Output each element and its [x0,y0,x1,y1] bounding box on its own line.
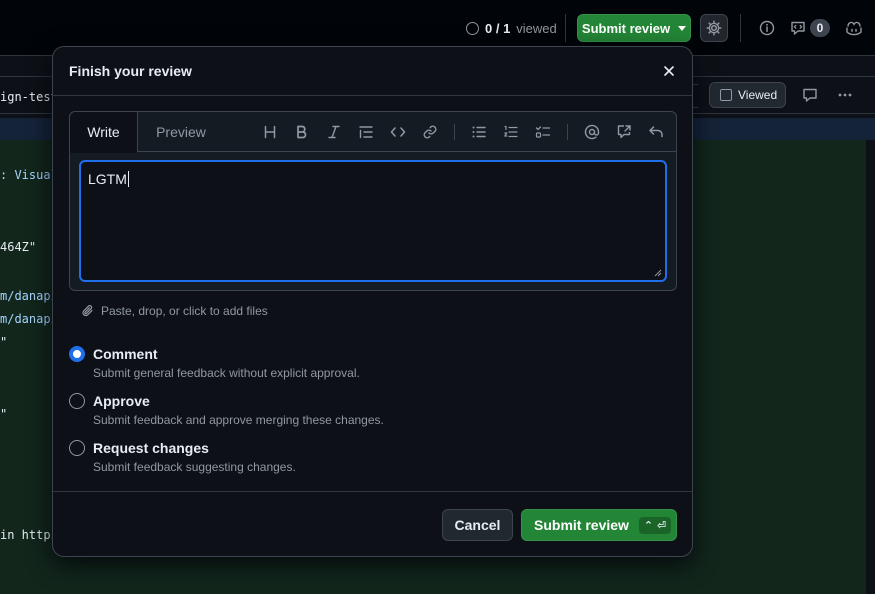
task-list-icon [535,126,551,138]
resize-handle-icon[interactable] [654,269,662,277]
conversations-button[interactable] [788,18,808,38]
code-line: in https [0,528,58,542]
cancel-button[interactable]: Cancel [442,509,513,541]
divider [567,124,568,140]
review-option-request-changes[interactable]: Request changes Submit feedback suggesti… [69,439,296,476]
option-title: Comment [93,346,158,362]
radio-approve[interactable] [69,393,85,409]
mention-button[interactable] [582,122,602,142]
divider [565,14,566,42]
comment-discussion-icon [791,21,805,35]
submit-review-label: Submit review [534,517,629,533]
unordered-list-icon [472,126,486,138]
divider [53,95,692,96]
comment-text: LGTM [88,171,127,187]
ordered-list-button[interactable] [501,122,521,142]
diff-settings-button[interactable] [700,14,728,42]
text-cursor [127,171,129,187]
code-line: : Visual [0,168,58,182]
viewed-count-label: viewed [516,20,557,36]
submit-review-top-label: Submit review [581,20,671,36]
option-description: Submit general feedback without explicit… [93,366,360,380]
undo-button[interactable] [646,122,666,142]
code-line: m/danapi [0,312,58,326]
option-title: Request changes [93,440,209,456]
quote-button[interactable] [356,122,376,142]
close-dialog-button[interactable] [659,61,679,81]
copilot-icon [846,21,862,36]
heading-icon [264,125,276,139]
dialog-title: Finish your review [69,63,192,79]
undo-icon [649,126,663,138]
submit-review-dropdown-button[interactable]: Submit review [577,14,691,42]
viewed-label: Viewed [738,88,778,102]
italic-icon [328,125,340,139]
radio-comment[interactable] [69,346,85,362]
italic-button[interactable] [324,122,344,142]
gear-icon [706,20,722,36]
bold-icon [297,125,307,139]
tab-preview[interactable]: Preview [138,112,224,152]
info-icon [759,20,775,36]
conversations-count-badge: 0 [810,19,830,37]
unordered-list-button[interactable] [469,122,489,142]
keyboard-shortcut-hint: ⌃ ⏎ [638,516,672,534]
copilot-button[interactable] [844,18,864,38]
divider [740,14,741,42]
files-viewed-counter: 0 / 1 viewed [466,19,557,37]
comment-textarea[interactable]: LGTM [79,160,667,282]
divider [454,124,455,140]
code-icon [390,127,406,137]
ordered-list-icon [504,125,518,138]
link-icon [423,125,437,139]
bold-button[interactable] [292,122,312,142]
file-options-button[interactable] [835,85,855,105]
cross-reference-button[interactable] [614,122,634,142]
caret-down-icon [678,25,687,31]
mention-icon [584,124,600,140]
comment-editor: Write Preview LGTM [69,111,677,291]
code-button[interactable] [388,122,408,142]
info-button[interactable] [757,18,777,38]
viewed-count-value: 0 / 1 [485,20,511,36]
mark-viewed-button[interactable]: Viewed [709,82,786,108]
heading-button[interactable] [260,122,280,142]
quote-icon [359,126,373,139]
review-option-comment[interactable]: Comment Submit general feedback without … [69,345,360,382]
paperclip-icon [82,305,93,317]
cross-reference-icon [617,125,631,139]
scrollbar[interactable] [866,140,875,594]
option-description: Submit feedback suggesting changes. [93,460,296,474]
editor-tabs: Write Preview [70,112,676,153]
file-name[interactable]: ign-test [0,90,58,104]
radio-request-changes[interactable] [69,440,85,456]
checkbox-icon [720,89,732,101]
code-line: m/danapi [0,289,58,303]
comment-on-file-button[interactable] [800,85,820,105]
kebab-horizontal-icon [838,93,852,97]
comment-icon [803,88,817,102]
link-button[interactable] [420,122,440,142]
tab-write[interactable]: Write [70,112,138,153]
code-line: " [0,335,8,349]
code-line: 464Z" [0,240,37,254]
progress-circle-icon [466,21,479,35]
submit-review-button[interactable]: Submit review ⌃ ⏎ [521,509,677,541]
task-list-button[interactable] [533,122,553,142]
review-option-approve[interactable]: Approve Submit feedback and approve merg… [69,392,384,429]
code-line: " [0,407,8,421]
close-icon [664,66,674,76]
attach-files-label: Paste, drop, or click to add files [101,304,268,318]
page: 0 / 1 viewed Submit review 0 ign-test Vi… [0,0,875,594]
attach-files-area[interactable]: Paste, drop, or click to add files [81,304,268,318]
option-title: Approve [93,393,150,409]
divider [53,491,692,492]
finish-review-dialog: Finish your review Write Preview LGTM Pa… [52,46,693,557]
option-description: Submit feedback and approve merging thes… [93,413,384,427]
